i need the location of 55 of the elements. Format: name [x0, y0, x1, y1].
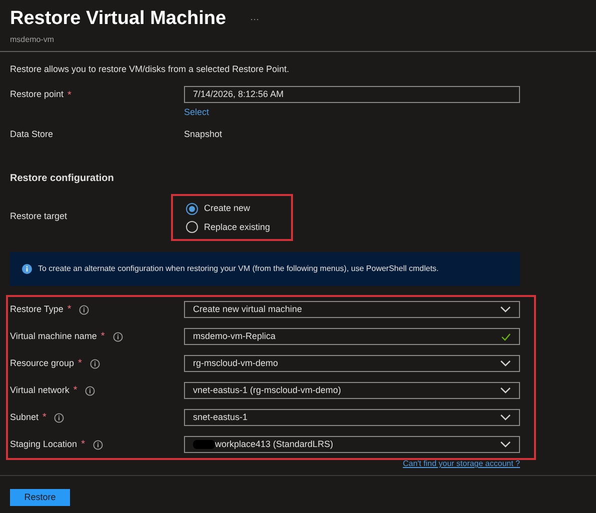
field-label: Virtual machine name	[10, 330, 97, 343]
field-label: Restore point	[10, 88, 64, 101]
resource-name: msdemo-vm	[10, 34, 56, 46]
field-label: Data Store	[10, 128, 54, 140]
more-button[interactable]: ···	[250, 12, 260, 26]
radio-button[interactable]	[186, 202, 198, 215]
field-label: Subnet	[10, 410, 39, 424]
info-icon[interactable]	[112, 332, 123, 342]
info-icon[interactable]	[85, 386, 96, 396]
info-icon[interactable]	[90, 358, 100, 368]
field-value: msdemo-vm-Replica	[193, 330, 276, 343]
field-value: rg-mscloud-vm-demo	[193, 356, 278, 370]
dropdown-field[interactable]: Create new virtual machine	[184, 301, 520, 318]
field-value: Create new virtual machine	[193, 302, 302, 316]
info-icon	[22, 264, 32, 274]
chevron-down-icon	[500, 306, 511, 313]
text-field[interactable]: msdemo-vm-Replica	[184, 328, 520, 345]
info-text: To create an alternate configuration when restoring your VM (from the following menus), use PowerShell cmdlets.	[38, 263, 439, 275]
field-label: Staging Location	[10, 438, 78, 451]
field-value: workplace413 (StandardLRS)	[215, 438, 334, 451]
restore-button[interactable]: Restore	[10, 489, 70, 506]
field-value: vnet-eastus-1 (rg-mscloud-vm-demo)	[193, 384, 342, 397]
field-label: Virtual network	[10, 384, 70, 397]
chevron-down-icon	[500, 441, 511, 448]
page-title: Restore Virtual Machine	[10, 7, 226, 31]
chevron-down-icon	[500, 414, 511, 421]
required-mark: *	[100, 330, 105, 344]
field-label: Restore Type	[10, 302, 64, 316]
required-mark: *	[78, 357, 82, 371]
info-icon[interactable]	[54, 412, 64, 422]
restore-point-field[interactable]: 7/14/2026, 8:12:56 AM	[184, 86, 520, 103]
info-icon[interactable]	[79, 304, 90, 314]
field-label: Restore target	[10, 210, 68, 223]
required-mark: *	[73, 384, 78, 398]
storage-account-link[interactable]: Can't find your storage account ?	[402, 458, 520, 470]
required-mark: *	[67, 303, 72, 317]
dropdown-field[interactable]: snet-eastus-1	[184, 409, 520, 426]
radio-label: Create new	[204, 202, 250, 215]
radio-label: Replace existing	[204, 220, 270, 234]
chevron-down-icon	[500, 387, 511, 394]
select-link[interactable]: Select	[184, 106, 210, 120]
radio-button[interactable]	[186, 221, 198, 234]
data-store-value: Snapshot	[184, 128, 222, 141]
required-mark: *	[81, 438, 85, 452]
dropdown-field[interactable]: vnet-eastus-1 (rg-mscloud-vm-demo)	[184, 382, 520, 399]
required-mark: *	[42, 411, 46, 425]
required-mark: *	[68, 89, 72, 103]
field-label: Resource group	[10, 356, 74, 370]
dropdown-field[interactable]: workplace413 (StandardLRS)	[184, 436, 520, 453]
section-title: Restore configuration	[10, 172, 115, 186]
info-icon[interactable]	[92, 440, 103, 450]
chevron-down-icon	[500, 360, 511, 367]
description-text: Restore allows you to restore VM/disks from a selected Restore Point.	[10, 62, 290, 76]
field-value: snet-eastus-1	[193, 410, 248, 424]
dropdown-field[interactable]: rg-mscloud-vm-demo	[184, 355, 520, 372]
